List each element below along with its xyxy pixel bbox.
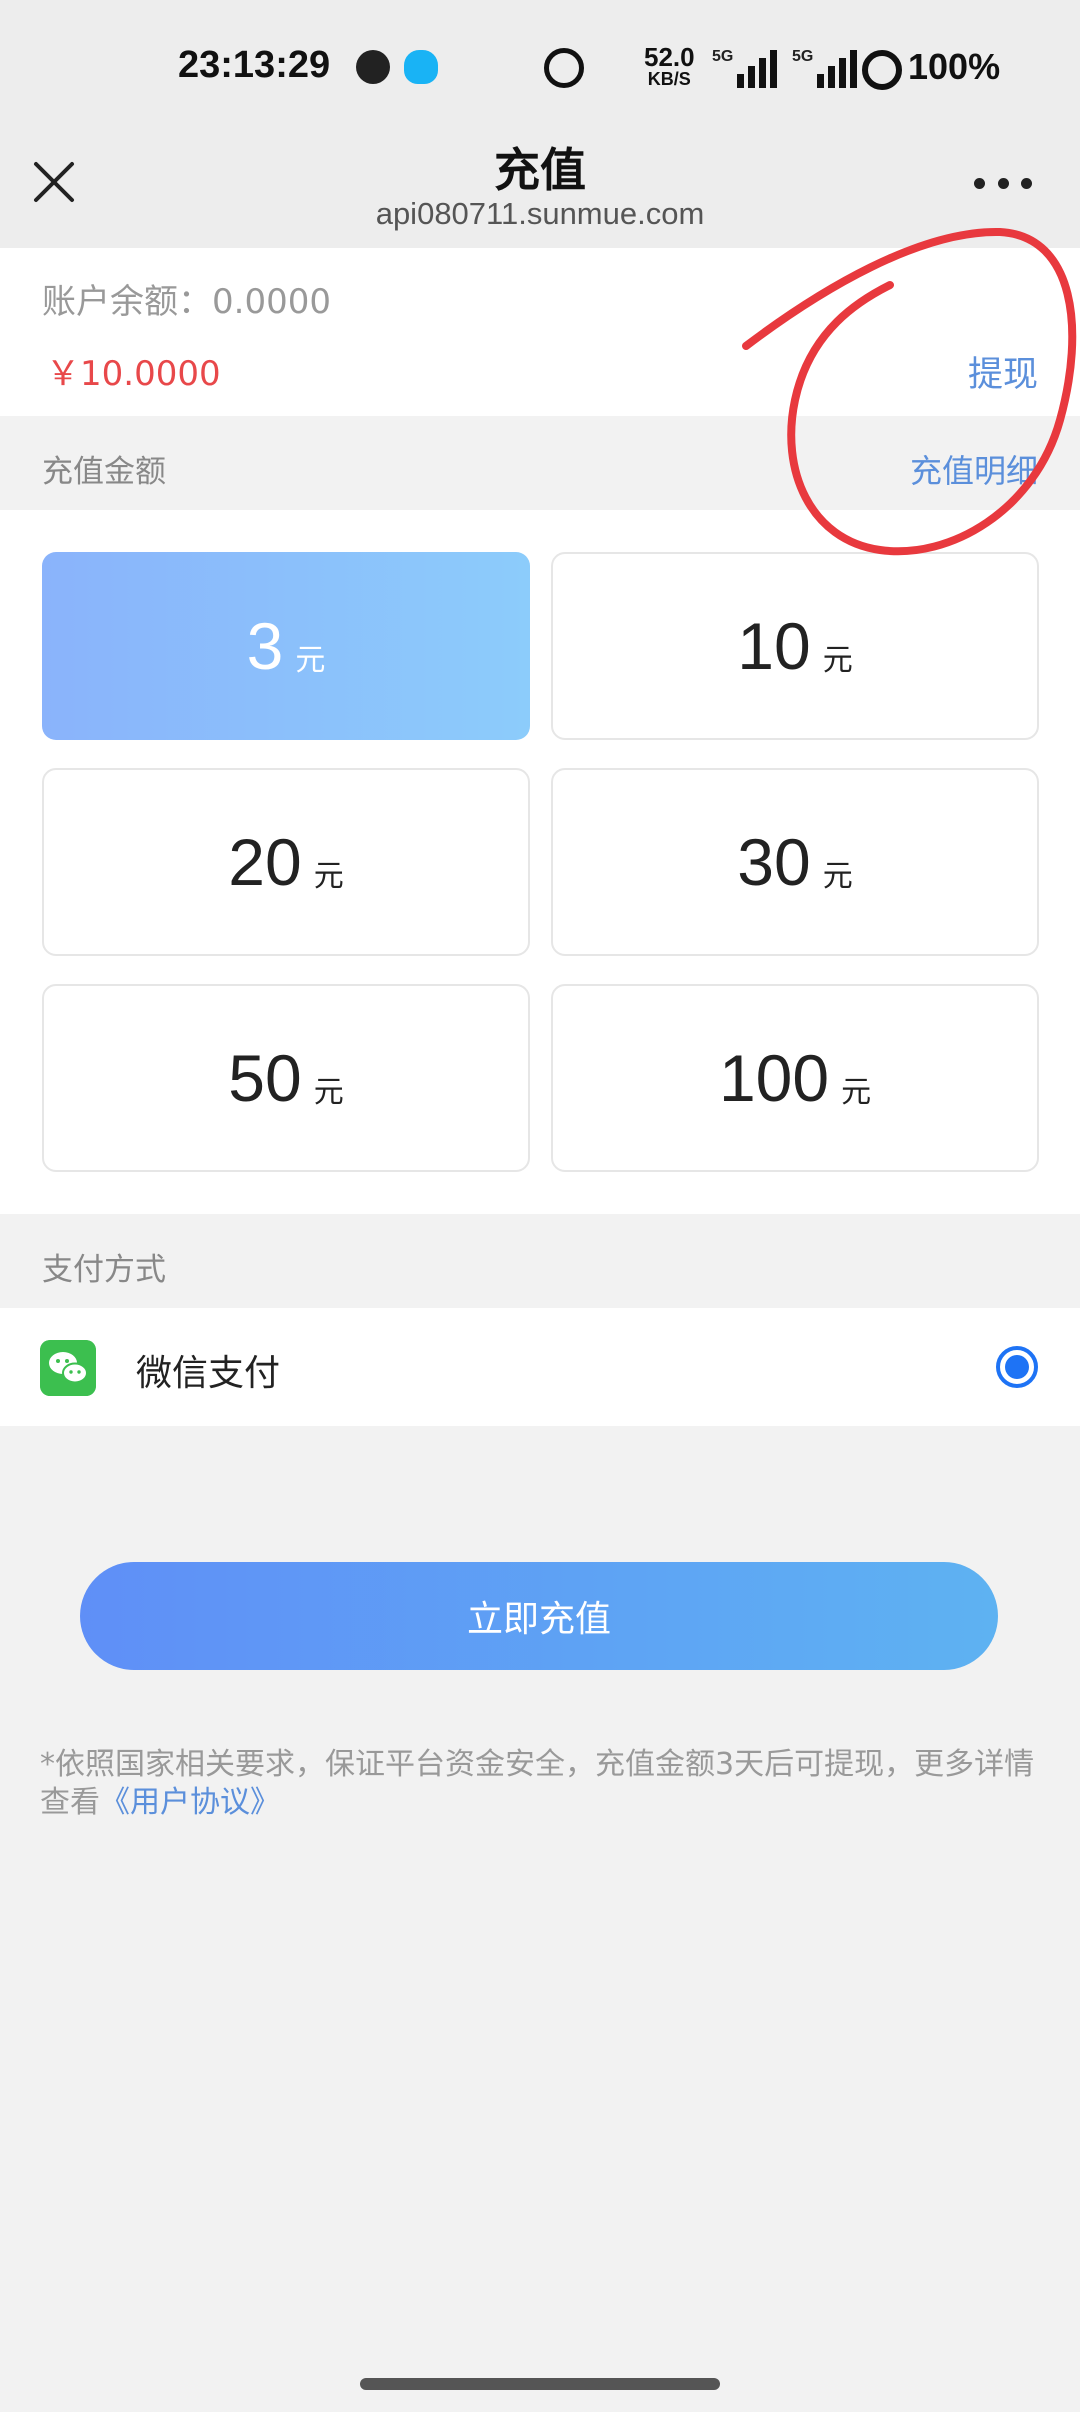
battery-level: 100% — [908, 46, 1001, 87]
amount-unit: 元 — [822, 859, 853, 894]
amount-section-header: 充值金额 充值明细 — [0, 416, 1080, 510]
recharge-now-button[interactable]: 立即充值 — [80, 1562, 998, 1670]
network-speed-value: 52.0 — [644, 42, 695, 72]
balance-card: 账户余额：0.0000 ￥10.0000 提现 — [0, 248, 1080, 416]
amount-value: 10 — [737, 609, 811, 683]
recharge-detail-link[interactable]: 充值明细 — [910, 446, 1038, 492]
amount-value: 3 — [246, 609, 284, 683]
balance-label: 账户余额：0.0000 — [42, 282, 331, 322]
qq-notification-icon — [404, 50, 438, 84]
amount-unit: 元 — [822, 643, 853, 678]
payment-method-label: 微信支付 — [136, 1353, 281, 1394]
amount-value: 50 — [228, 1041, 302, 1115]
amount-value: 20 — [228, 825, 302, 899]
recharge-notice: *依照国家相关要求，保证平台资金安全，充值金额3天后可提现，更多详情查看《用户协… — [40, 1746, 1040, 1822]
page-title: 充值 — [494, 143, 586, 197]
amount-unit: 元 — [295, 643, 326, 678]
amount-option[interactable]: 50 元 — [42, 984, 530, 1172]
nav-bar: 充值 api080711.sunmue.com — [0, 120, 1080, 248]
signal-1-tag: 5G — [712, 48, 734, 65]
more-options-icon[interactable] — [974, 178, 1032, 192]
battery-icon — [862, 50, 902, 90]
payment-radio-selected[interactable] — [996, 1346, 1038, 1388]
alarm-icon — [544, 48, 584, 88]
amount-option[interactable]: 100 元 — [551, 984, 1039, 1172]
amount-unit: 元 — [841, 1075, 872, 1110]
network-speed: 52.0 KB/S — [644, 44, 695, 88]
signal-2-icon: 5G — [792, 48, 858, 88]
amount-option[interactable]: 30 元 — [551, 768, 1039, 956]
amount-option[interactable]: 10 元 — [551, 552, 1039, 740]
amount-value: 30 — [737, 825, 811, 899]
status-notification-icons — [356, 50, 438, 84]
wechat-pay-icon — [40, 1340, 96, 1396]
amount-unit: 元 — [313, 859, 344, 894]
status-bar: 23:13:29 52.0 KB/S 5G 5G 100% — [0, 0, 1080, 140]
payment-method-wechat[interactable]: 微信支付 — [0, 1308, 1080, 1426]
amount-grid: 3 元 10 元 20 元 30 元 50 元 100 元 — [0, 510, 1080, 1214]
signal-2-tag: 5G — [792, 48, 814, 65]
amount-option[interactable]: 3 元 — [42, 552, 530, 740]
network-speed-unit: KB/S — [647, 69, 691, 89]
payment-section-label: 支付方式 — [42, 1252, 166, 1288]
payment-section-header: 支付方式 — [0, 1214, 1080, 1308]
withdraw-link[interactable]: 提现 — [968, 346, 1038, 397]
amount-value: 100 — [718, 1041, 830, 1115]
amount-option[interactable]: 20 元 — [42, 768, 530, 956]
user-agreement-link[interactable]: 《用户协议》 — [100, 1785, 280, 1820]
signal-1-icon: 5G — [712, 48, 778, 88]
page-domain: api080711.sunmue.com — [375, 196, 705, 231]
balance-amount: ￥10.0000 — [46, 354, 221, 394]
amount-unit: 元 — [313, 1075, 344, 1110]
amount-section-label: 充值金额 — [42, 454, 166, 490]
home-indicator — [360, 2378, 720, 2390]
wechat-notification-icon — [356, 50, 390, 84]
status-time: 23:13:29 — [178, 44, 331, 86]
